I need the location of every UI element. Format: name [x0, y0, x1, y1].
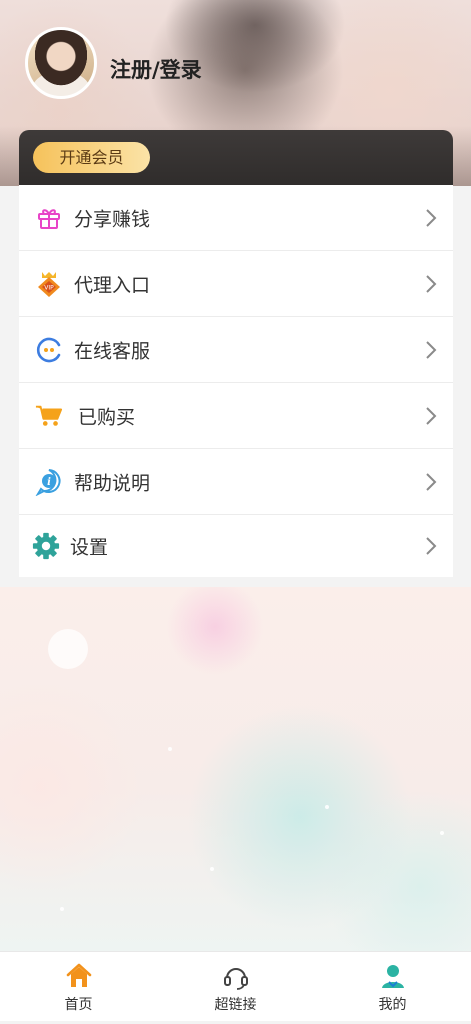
chevron-right-icon	[426, 208, 437, 227]
decorative-background	[0, 587, 471, 952]
menu-item-label: 分享赚钱	[74, 208, 151, 230]
menu-item-agent-entry[interactable]: VIP 代理入口	[19, 251, 453, 317]
chevron-right-icon	[426, 340, 437, 359]
tab-label: 超链接	[214, 997, 257, 1013]
sparkle	[440, 831, 444, 835]
menu-item-label: 在线客服	[74, 340, 151, 362]
menu-item-label: 代理入口	[74, 274, 151, 296]
sparkle	[210, 867, 214, 871]
tab-label: 我的	[378, 997, 407, 1013]
info-icon: i	[35, 468, 63, 496]
sparkle	[60, 907, 64, 911]
menu-item-settings[interactable]: 设置	[19, 515, 453, 577]
avatar[interactable]	[25, 27, 97, 99]
vip-bar: 开通会员	[19, 130, 453, 186]
menu-item-online-service[interactable]: 在线客服	[19, 317, 453, 383]
tab-mine[interactable]: 我的	[314, 952, 471, 1022]
agent-badge-icon: VIP	[35, 270, 63, 298]
bokeh-circle	[48, 629, 88, 669]
chevron-right-icon	[426, 472, 437, 491]
chevron-right-icon	[426, 274, 437, 293]
menu-item-label: 帮助说明	[74, 472, 151, 494]
cart-icon	[35, 402, 63, 430]
headset-icon	[223, 968, 248, 990]
menu-item-purchased[interactable]: 已购买	[19, 383, 453, 449]
sparkle	[325, 805, 329, 809]
user-icon	[381, 965, 404, 988]
chat-service-icon	[35, 336, 63, 364]
gift-icon	[35, 204, 63, 232]
open-membership-button[interactable]: 开通会员	[33, 142, 150, 173]
chevron-right-icon	[426, 537, 437, 555]
menu-list: 分享赚钱 VIP 代理入口 在线客服 已购买 i 帮助说明 设置	[19, 185, 453, 577]
home-icon	[66, 963, 91, 987]
gear-icon	[32, 532, 60, 560]
menu-item-label: 已购买	[78, 406, 136, 428]
menu-item-label: 设置	[70, 536, 109, 559]
menu-item-share-earn[interactable]: 分享赚钱	[19, 185, 453, 251]
tab-home[interactable]: 首页	[0, 952, 157, 1022]
tab-label: 首页	[64, 997, 93, 1013]
menu-item-help[interactable]: i 帮助说明	[19, 449, 453, 515]
tab-hyperlink[interactable]: 超链接	[157, 952, 314, 1022]
sparkle	[168, 747, 172, 751]
bottom-tab-bar: 首页 超链接 我的	[0, 951, 471, 1021]
chevron-right-icon	[426, 406, 437, 425]
login-register-link[interactable]: 注册/登录	[110, 54, 202, 84]
svg-text:i: i	[47, 477, 51, 488]
svg-text:VIP: VIP	[44, 284, 54, 291]
